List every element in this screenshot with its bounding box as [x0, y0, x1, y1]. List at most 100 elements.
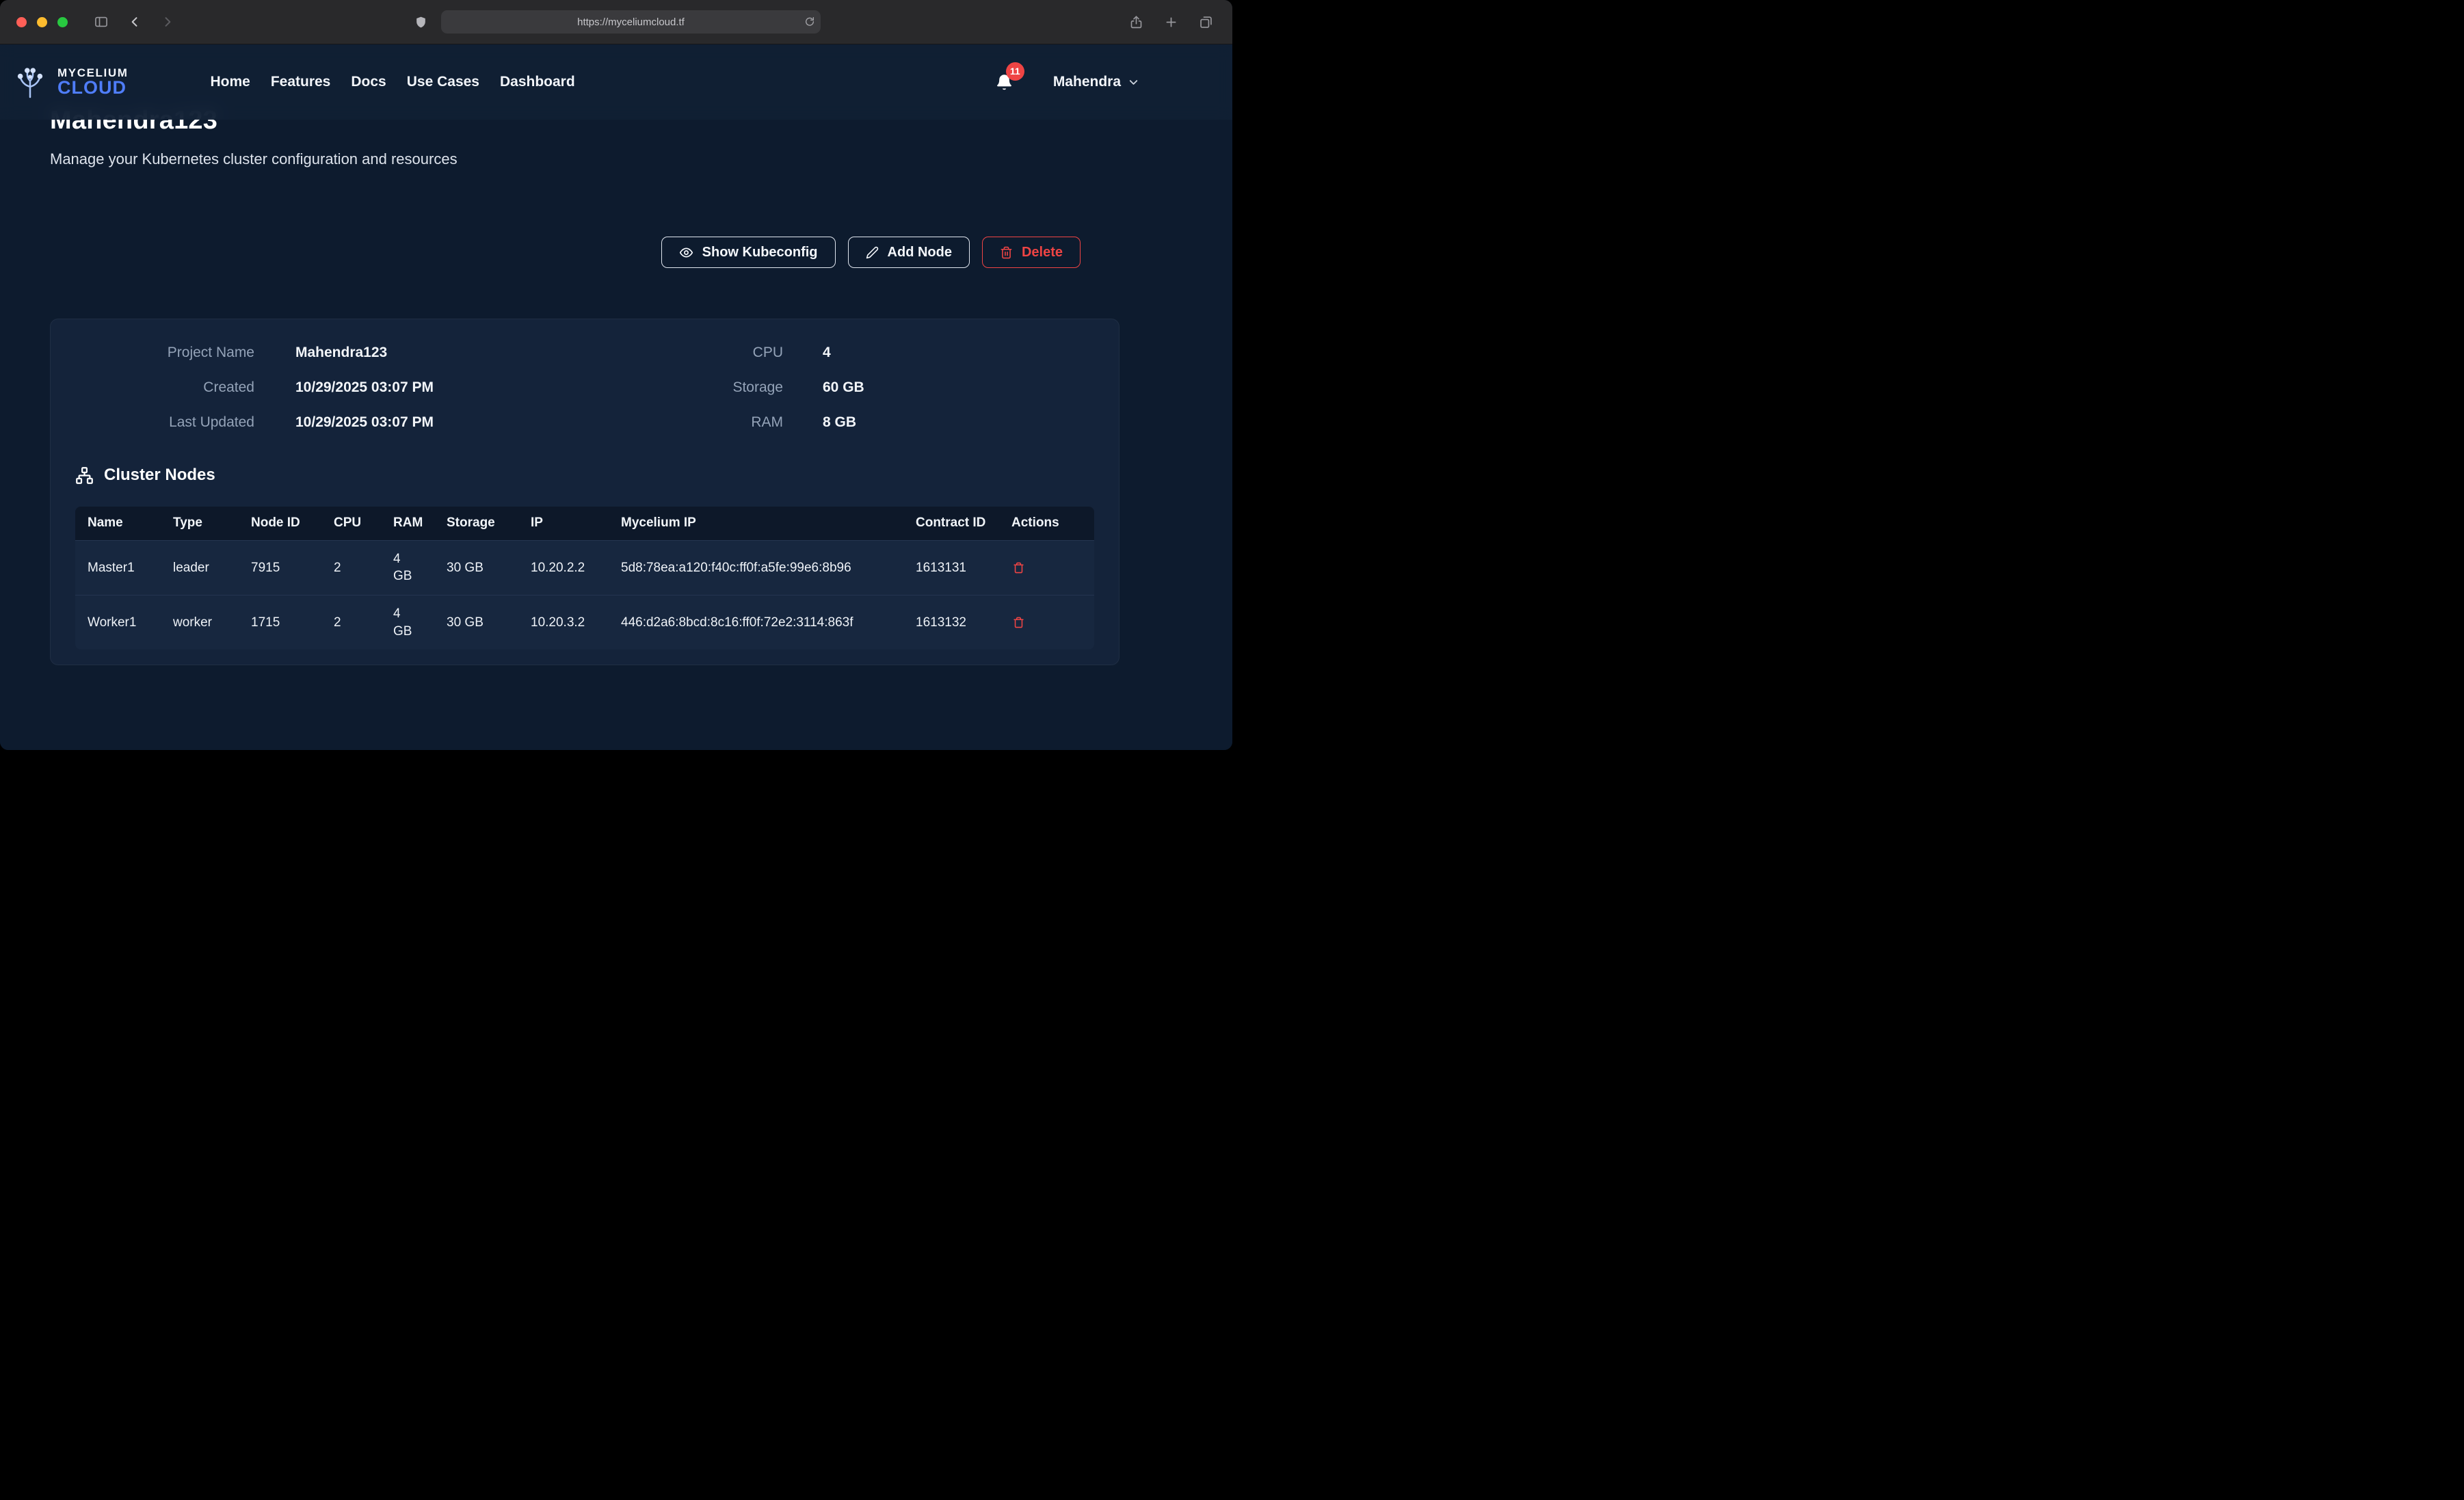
delete-cluster-button[interactable]: Delete	[982, 237, 1081, 268]
cell-mycelium-ip: 446:d2a6:8bcd:8c16:ff0f:72e2:3114:863f	[609, 595, 903, 649]
cell-actions	[999, 540, 1094, 595]
network-icon	[75, 466, 94, 485]
cluster-info: Project Name Mahendra123 Created 10/29/2…	[75, 343, 1094, 433]
address-bar[interactable]: https://myceliumcloud.tf	[441, 10, 821, 34]
browser-toolbar: https://myceliumcloud.tf	[0, 0, 1232, 44]
chevron-right-icon	[161, 15, 174, 29]
cell-cpu: 2	[321, 540, 381, 595]
traffic-lights	[16, 17, 68, 27]
table-row: Worker1 worker 1715 2 4 GB 30 GB 10.20.3…	[75, 595, 1094, 649]
navbar-right: 11 Mahendra	[995, 73, 1140, 92]
cell-mycelium-ip: 5d8:78ea:a120:f40c:ff0f:a5fe:99e6:8b96	[609, 540, 903, 595]
sidebar-toggle-button[interactable]	[91, 12, 111, 32]
pencil-icon	[866, 246, 879, 259]
tabs-icon	[1199, 15, 1213, 29]
cell-name: Worker1	[75, 595, 161, 649]
nav-link-docs[interactable]: Docs	[351, 74, 386, 90]
share-icon	[1129, 15, 1143, 29]
reload-button[interactable]	[804, 16, 815, 27]
info-label: Project Name	[75, 343, 254, 363]
trash-icon	[1013, 617, 1024, 628]
cell-actions	[999, 595, 1094, 649]
info-label: Created	[75, 377, 254, 398]
cell-type: worker	[161, 595, 239, 649]
navbar: MYCELIUM CLOUD Home Features Docs Use Ca…	[0, 44, 1232, 120]
browser-window: https://myceliumcloud.tf	[0, 0, 1232, 750]
col-header-node-id: Node ID	[239, 507, 321, 540]
cell-storage: 30 GB	[434, 595, 518, 649]
cell-contract-id: 1613132	[903, 595, 999, 649]
cluster-info-left: Project Name Mahendra123 Created 10/29/2…	[75, 343, 585, 433]
cluster-nodes-heading: Cluster Nodes	[75, 466, 1094, 485]
forward-button[interactable]	[158, 12, 177, 31]
share-button[interactable]	[1126, 12, 1146, 32]
nav-link-use-cases[interactable]: Use Cases	[407, 74, 479, 90]
mycelium-logo-icon	[11, 64, 49, 101]
cell-node-id: 1715	[239, 595, 321, 649]
new-tab-button[interactable]	[1161, 12, 1181, 32]
col-header-type: Type	[161, 507, 239, 540]
cell-ip: 10.20.3.2	[518, 595, 609, 649]
back-button[interactable]	[125, 12, 144, 31]
info-label: RAM	[585, 412, 783, 433]
cell-ram: 4 GB	[381, 540, 434, 595]
info-label: CPU	[585, 343, 783, 363]
add-node-button[interactable]: Add Node	[848, 237, 970, 268]
tabs-overview-button[interactable]	[1196, 12, 1216, 32]
info-value: 60 GB	[823, 377, 1094, 398]
cell-name: Master1	[75, 540, 161, 595]
nodes-table: Name Type Node ID CPU RAM Storage IP Myc…	[75, 507, 1094, 649]
delete-label: Delete	[1022, 245, 1063, 260]
page-content: Mahendra123 Manage your Kubernetes clust…	[0, 44, 1232, 665]
minimize-button[interactable]	[37, 17, 47, 27]
toolbar-left	[16, 12, 177, 32]
col-header-storage: Storage	[434, 507, 518, 540]
info-value: 4	[823, 343, 1094, 363]
url-text: https://myceliumcloud.tf	[577, 16, 685, 28]
cluster-actions: Show Kubeconfig Add Node Delete	[50, 237, 1081, 268]
page: MYCELIUM CLOUD Home Features Docs Use Ca…	[0, 44, 1232, 750]
nav-link-home[interactable]: Home	[210, 74, 250, 90]
delete-node-button[interactable]	[1011, 561, 1026, 575]
nav-link-features[interactable]: Features	[271, 74, 331, 90]
toolbar-right	[1126, 12, 1216, 32]
brand-logo[interactable]: MYCELIUM CLOUD	[11, 64, 128, 101]
brand-text: MYCELIUM CLOUD	[57, 67, 128, 98]
nav-link-dashboard[interactable]: Dashboard	[500, 74, 575, 90]
chevron-down-icon	[1127, 76, 1140, 89]
col-header-contract-id: Contract ID	[903, 507, 999, 540]
show-kubeconfig-button[interactable]: Show Kubeconfig	[661, 237, 836, 268]
cell-storage: 30 GB	[434, 540, 518, 595]
details-card: Project Name Mahendra123 Created 10/29/2…	[50, 319, 1120, 665]
info-value: 10/29/2025 03:07 PM	[295, 377, 585, 398]
toolbar-center: https://myceliumcloud.tf	[412, 10, 821, 34]
privacy-shield-icon[interactable]	[412, 12, 430, 32]
cell-ip: 10.20.2.2	[518, 540, 609, 595]
eye-icon	[679, 245, 693, 260]
zoom-button[interactable]	[57, 17, 68, 27]
table-row: Master1 leader 7915 2 4 GB 30 GB 10.20.2…	[75, 540, 1094, 595]
cell-cpu: 2	[321, 595, 381, 649]
info-value: 10/29/2025 03:07 PM	[295, 412, 585, 433]
cell-ram: 4 GB	[381, 595, 434, 649]
close-button[interactable]	[16, 17, 27, 27]
cluster-info-right: CPU 4 Storage 60 GB RAM 8 GB	[585, 343, 1094, 433]
info-label: Last Updated	[75, 412, 254, 433]
nodes-table-wrapper: Name Type Node ID CPU RAM Storage IP Myc…	[75, 507, 1094, 649]
chevron-left-icon	[128, 15, 142, 29]
user-menu[interactable]: Mahendra	[1053, 74, 1140, 90]
nav-links: Home Features Docs Use Cases Dashboard	[210, 74, 574, 90]
notifications-button[interactable]: 11	[995, 73, 1014, 92]
info-label: Storage	[585, 377, 783, 398]
trash-icon	[1013, 562, 1024, 574]
col-header-actions: Actions	[999, 507, 1094, 540]
col-header-ram: RAM	[381, 507, 434, 540]
brand-name-bottom: CLOUD	[57, 79, 128, 98]
cell-type: leader	[161, 540, 239, 595]
info-value: 8 GB	[823, 412, 1094, 433]
delete-node-button[interactable]	[1011, 615, 1026, 630]
col-header-mycelium-ip: Mycelium IP	[609, 507, 903, 540]
cell-contract-id: 1613131	[903, 540, 999, 595]
page-subtitle: Manage your Kubernetes cluster configura…	[50, 150, 1120, 168]
cluster-nodes-title: Cluster Nodes	[104, 466, 215, 485]
